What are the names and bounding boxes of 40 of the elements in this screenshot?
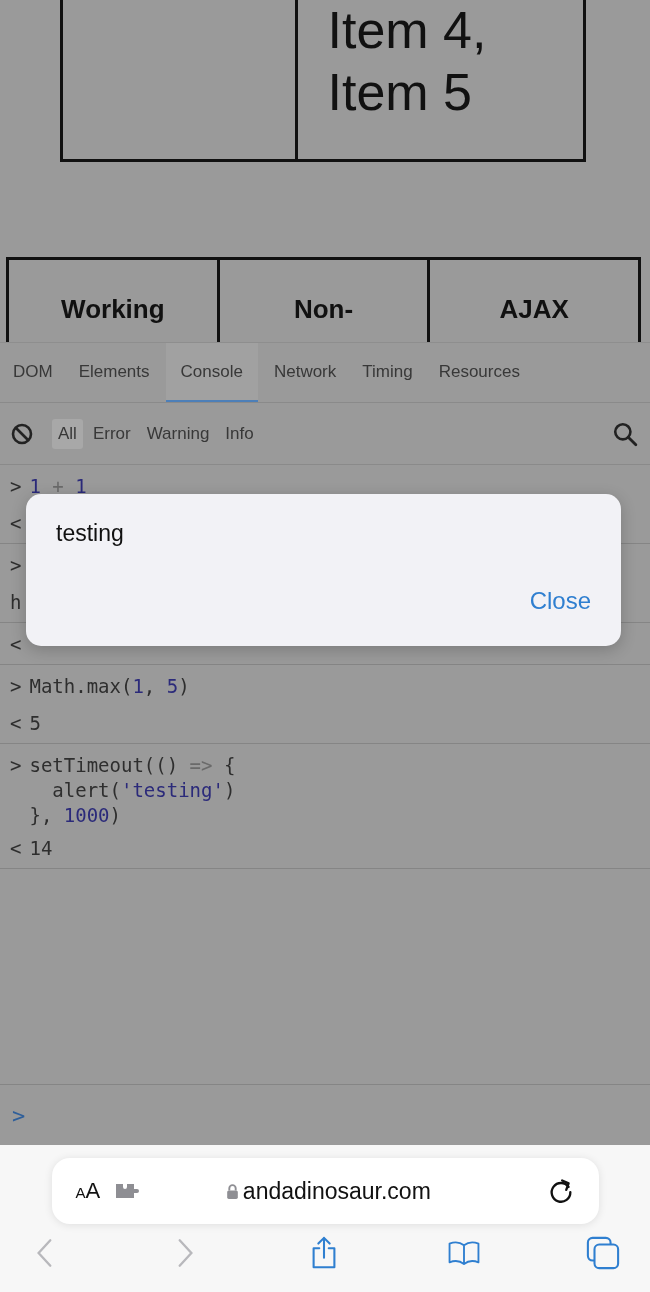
filter-tab[interactable]: Error: [86, 418, 137, 449]
alert-message: testing: [56, 520, 124, 547]
console-marker: <: [9, 632, 23, 655]
console-marker: >: [9, 553, 23, 576]
console-marker: <: [9, 511, 23, 534]
close-button[interactable]: Close: [529, 587, 591, 615]
devtools-tab[interactable]: Resources: [428, 343, 530, 402]
code-line: 5: [29, 711, 41, 736]
extension-icon[interactable]: [114, 1181, 141, 1201]
code-line: }, 1000): [29, 803, 122, 828]
tabs-icon[interactable]: [586, 1236, 620, 1270]
devtools-tab[interactable]: Console: [165, 343, 258, 402]
code-line: alert('testing'): [51, 778, 236, 803]
lock-icon: [225, 1182, 239, 1200]
address-bar[interactable]: AA andadinosaur.com: [51, 1158, 599, 1224]
filter-tab[interactable]: Info: [219, 418, 260, 449]
console-marker: >: [9, 753, 23, 776]
url-text: andadinosaur.com: [242, 1177, 431, 1205]
filter-tab[interactable]: All: [52, 418, 83, 449]
page-button[interactable]: Working: [9, 260, 217, 342]
console-prompt[interactable]: >: [12, 1102, 26, 1128]
code-line: Math.max(1, 5): [29, 674, 190, 699]
console-marker: h: [9, 590, 23, 613]
console-marker: >: [9, 674, 23, 697]
devtools-tab[interactable]: Network: [263, 343, 347, 402]
clear-console-icon[interactable]: [10, 421, 34, 446]
search-icon[interactable]: [612, 420, 638, 447]
console-marker: <: [9, 711, 23, 734]
text-size-button[interactable]: AA: [75, 1178, 101, 1204]
devtools-tab[interactable]: Elements: [68, 343, 160, 402]
devtools-tab[interactable]: Timing: [352, 343, 423, 402]
filter-tab[interactable]: Warning: [140, 418, 216, 449]
console-marker: >: [9, 474, 23, 497]
page-button[interactable]: AJAX: [427, 260, 638, 342]
code-line: 1 + 1: [29, 474, 87, 499]
code-line: 14: [29, 836, 53, 861]
table-cell: Item 4, Item 5: [294, 0, 583, 159]
devtools-tab[interactable]: DOM: [3, 343, 63, 402]
console-marker: <: [9, 836, 23, 859]
code-line: setTimeout(() => {: [29, 753, 236, 778]
